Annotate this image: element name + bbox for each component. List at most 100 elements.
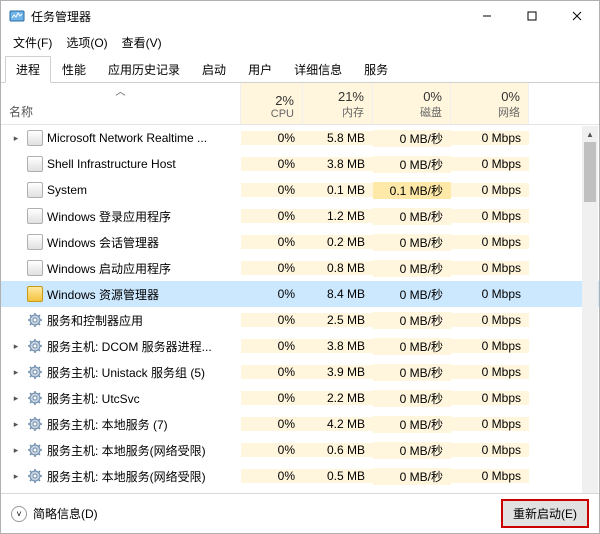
process-icon xyxy=(27,416,43,432)
cell-disk: 0 MB/秒 xyxy=(373,156,451,173)
column-name[interactable]: ︿ 名称 xyxy=(1,83,241,124)
process-icon xyxy=(27,234,43,250)
table-row[interactable]: ▸服务主机: DCOM 服务器进程...0%3.8 MB0 MB/秒0 Mbps xyxy=(1,333,599,359)
table-row[interactable]: 服务和控制器应用0%2.5 MB0 MB/秒0 Mbps xyxy=(1,307,599,333)
cell-memory: 3.8 MB xyxy=(303,339,373,353)
tab-6[interactable]: 服务 xyxy=(353,56,399,83)
cell-disk: 0 MB/秒 xyxy=(373,312,451,329)
column-disk[interactable]: 0% 磁盘 xyxy=(373,83,451,124)
cell-memory: 0.6 MB xyxy=(303,443,373,457)
cell-memory: 3.8 MB xyxy=(303,157,373,171)
tab-1[interactable]: 性能 xyxy=(51,56,97,83)
table-row[interactable]: Windows 会话管理器0%0.2 MB0 MB/秒0 Mbps xyxy=(1,229,599,255)
scroll-thumb[interactable] xyxy=(584,142,596,202)
process-name: 服务主机: 本地服务(网络受限) xyxy=(47,468,206,485)
cell-network: 0 Mbps xyxy=(451,131,529,145)
table-row[interactable]: ▸服务主机: 本地服务(网络受限)0%0.6 MB0 MB/秒0 Mbps xyxy=(1,437,599,463)
expand-icon[interactable]: ▸ xyxy=(9,445,23,456)
network-label: 网络 xyxy=(459,104,520,120)
cell-memory: 3.9 MB xyxy=(303,365,373,379)
expand-icon[interactable]: ▸ xyxy=(9,393,23,404)
maximize-button[interactable] xyxy=(509,1,554,31)
cell-disk: 0 MB/秒 xyxy=(373,416,451,433)
network-percent: 0% xyxy=(459,89,520,104)
tab-0[interactable]: 进程 xyxy=(5,56,51,83)
process-icon xyxy=(27,260,43,276)
cell-disk: 0 MB/秒 xyxy=(373,468,451,485)
column-cpu[interactable]: 2% CPU xyxy=(241,83,303,124)
chevron-down-icon: ˅ xyxy=(11,506,27,522)
tab-2[interactable]: 应用历史记录 xyxy=(97,56,191,83)
table-row[interactable]: ▸服务主机: 本地服务(网络受限)0%0.5 MB0 MB/秒0 Mbps xyxy=(1,463,599,489)
cell-network: 0 Mbps xyxy=(451,261,529,275)
table-row[interactable]: ▸服务主机: UtcSvc0%2.2 MB0 MB/秒0 Mbps xyxy=(1,385,599,411)
cell-cpu: 0% xyxy=(241,469,303,483)
expand-icon[interactable]: ▸ xyxy=(9,471,23,482)
cell-disk: 0 MB/秒 xyxy=(373,234,451,251)
table-row[interactable]: System0%0.1 MB0.1 MB/秒0 Mbps xyxy=(1,177,599,203)
table-row[interactable]: Windows 资源管理器0%8.4 MB0 MB/秒0 Mbps xyxy=(1,281,599,307)
table-row[interactable]: Windows 启动应用程序0%0.8 MB0 MB/秒0 Mbps xyxy=(1,255,599,281)
cell-cpu: 0% xyxy=(241,391,303,405)
expand-icon[interactable]: ▸ xyxy=(9,133,23,144)
cell-disk: 0 MB/秒 xyxy=(373,442,451,459)
disk-label: 磁盘 xyxy=(381,104,442,120)
minimize-button[interactable] xyxy=(464,1,509,31)
cell-network: 0 Mbps xyxy=(451,365,529,379)
sort-indicator-icon: ︿ xyxy=(116,83,126,98)
process-name: 服务主机: 本地服务(网络受限) xyxy=(47,442,206,459)
cell-network: 0 Mbps xyxy=(451,339,529,353)
process-icon xyxy=(27,130,43,146)
process-name: Windows 会话管理器 xyxy=(47,234,159,251)
restart-button[interactable]: 重新启动(E) xyxy=(501,499,589,528)
process-name: Windows 登录应用程序 xyxy=(47,208,171,225)
footer-bar: ˅ 简略信息(D) 重新启动(E) xyxy=(1,493,599,533)
column-memory[interactable]: 21% 内存 xyxy=(303,83,373,124)
cell-network: 0 Mbps xyxy=(451,157,529,171)
scroll-up-icon[interactable]: ▲ xyxy=(582,126,598,142)
process-name: 服务和控制器应用 xyxy=(47,312,143,329)
cell-cpu: 0% xyxy=(241,443,303,457)
process-name: 服务主机: 本地服务 (7) xyxy=(47,416,168,433)
table-row[interactable]: Windows 登录应用程序0%1.2 MB0 MB/秒0 Mbps xyxy=(1,203,599,229)
process-name: Microsoft Network Realtime ... xyxy=(47,131,207,145)
cell-cpu: 0% xyxy=(241,183,303,197)
menu-view[interactable]: 查看(V) xyxy=(116,32,168,53)
table-row[interactable]: Shell Infrastructure Host0%3.8 MB0 MB/秒0… xyxy=(1,151,599,177)
process-icon xyxy=(27,390,43,406)
cell-cpu: 0% xyxy=(241,209,303,223)
process-table: ︿ 名称 2% CPU 21% 内存 0% 磁盘 0% 网络 ▸ Microsof… xyxy=(1,83,599,505)
column-network[interactable]: 0% 网络 xyxy=(451,83,529,124)
process-icon xyxy=(27,156,43,172)
cell-network: 0 Mbps xyxy=(451,469,529,483)
menu-file[interactable]: 文件(F) xyxy=(7,32,58,53)
tab-3[interactable]: 启动 xyxy=(191,56,237,83)
close-button[interactable] xyxy=(554,1,599,31)
process-name: System xyxy=(47,183,87,197)
expand-icon[interactable]: ▸ xyxy=(9,367,23,378)
cell-network: 0 Mbps xyxy=(451,183,529,197)
cpu-percent: 2% xyxy=(249,93,294,108)
brief-info-toggle[interactable]: ˅ 简略信息(D) xyxy=(11,505,98,522)
memory-percent: 21% xyxy=(311,89,364,104)
disk-percent: 0% xyxy=(381,89,442,104)
expand-icon[interactable]: ▸ xyxy=(9,341,23,352)
tab-5[interactable]: 详细信息 xyxy=(283,56,353,83)
expand-icon[interactable]: ▸ xyxy=(9,419,23,430)
process-name: Windows 启动应用程序 xyxy=(47,260,171,277)
cell-memory: 8.4 MB xyxy=(303,287,373,301)
table-row[interactable]: ▸服务主机: Unistack 服务组 (5)0%3.9 MB0 MB/秒0 M… xyxy=(1,359,599,385)
cell-disk: 0 MB/秒 xyxy=(373,130,451,147)
process-name: 服务主机: UtcSvc xyxy=(47,390,140,407)
cell-cpu: 0% xyxy=(241,261,303,275)
window-titlebar: 任务管理器 xyxy=(1,1,599,31)
cell-cpu: 0% xyxy=(241,365,303,379)
cell-disk: 0 MB/秒 xyxy=(373,208,451,225)
process-icon xyxy=(27,286,43,302)
vertical-scrollbar[interactable]: ▲ ▼ xyxy=(582,126,598,505)
process-name: 服务主机: DCOM 服务器进程... xyxy=(47,338,212,355)
menu-options[interactable]: 选项(O) xyxy=(60,32,113,53)
tab-4[interactable]: 用户 xyxy=(237,56,283,83)
table-row[interactable]: ▸服务主机: 本地服务 (7)0%4.2 MB0 MB/秒0 Mbps xyxy=(1,411,599,437)
table-row[interactable]: ▸Microsoft Network Realtime ...0%5.8 MB0… xyxy=(1,125,599,151)
